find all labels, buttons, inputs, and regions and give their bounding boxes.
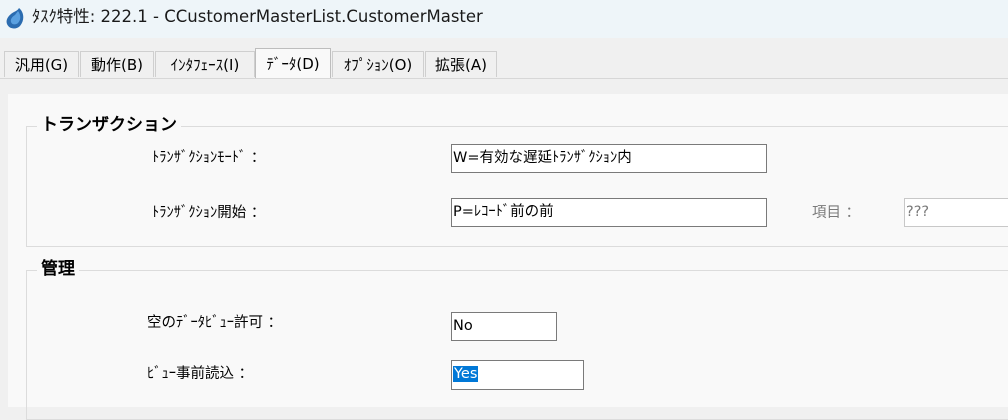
tab-behavior[interactable]: 動作(B) (80, 51, 154, 77)
empty-dataview-label: 空のﾃﾞｰﾀﾋﾞｭｰ許可 ： (147, 315, 283, 331)
tab-extension[interactable]: 拡張(A) (425, 51, 497, 77)
empty-dataview-field[interactable]: No (451, 312, 557, 341)
tab-strip: 汎用(G) 動作(B) ｲﾝﾀﾌｪｰｽ(I) ﾃﾞｰﾀ(D) ｵﾌﾟｼｮﾝ(O)… (0, 48, 1008, 79)
management-group-title: 管理 (37, 259, 79, 279)
item-field[interactable]: ??? (904, 198, 1008, 227)
transaction-group-title: トランザクション (37, 115, 181, 135)
title-bar: ﾀｽｸ特性: 222.1 - CCustomerMasterList.Custo… (0, 0, 1008, 38)
view-preload-field[interactable]: Yes (451, 360, 584, 390)
window-title: ﾀｽｸ特性: 222.1 - CCustomerMasterList.Custo… (32, 7, 483, 26)
transaction-mode-label: ﾄﾗﾝｻﾞｸｼｮﾝﾓｰﾄﾞ ： (152, 150, 266, 166)
tab-options[interactable]: ｵﾌﾟｼｮﾝ(O) (332, 51, 424, 77)
app-logo-icon (6, 8, 24, 29)
transaction-start-label: ﾄﾗﾝｻﾞｸｼｮﾝ開始 ： (152, 205, 266, 221)
view-preload-value: Yes (453, 366, 479, 382)
view-preload-label: ﾋﾞｭｰ事前読込 ： (147, 366, 254, 382)
transaction-start-field[interactable]: P=ﾚｺｰﾄﾞ前の前 (451, 198, 767, 227)
transaction-mode-field[interactable]: W=有効な遅延ﾄﾗﾝｻﾞｸｼｮﾝ内 (451, 144, 767, 173)
tab-general[interactable]: 汎用(G) (4, 51, 79, 77)
management-group (26, 270, 1008, 420)
tab-interface[interactable]: ｲﾝﾀﾌｪｰｽ(I) (155, 51, 255, 77)
tab-data[interactable]: ﾃﾞｰﾀ(D) (255, 48, 331, 78)
item-label: 項目 ： (812, 205, 861, 221)
